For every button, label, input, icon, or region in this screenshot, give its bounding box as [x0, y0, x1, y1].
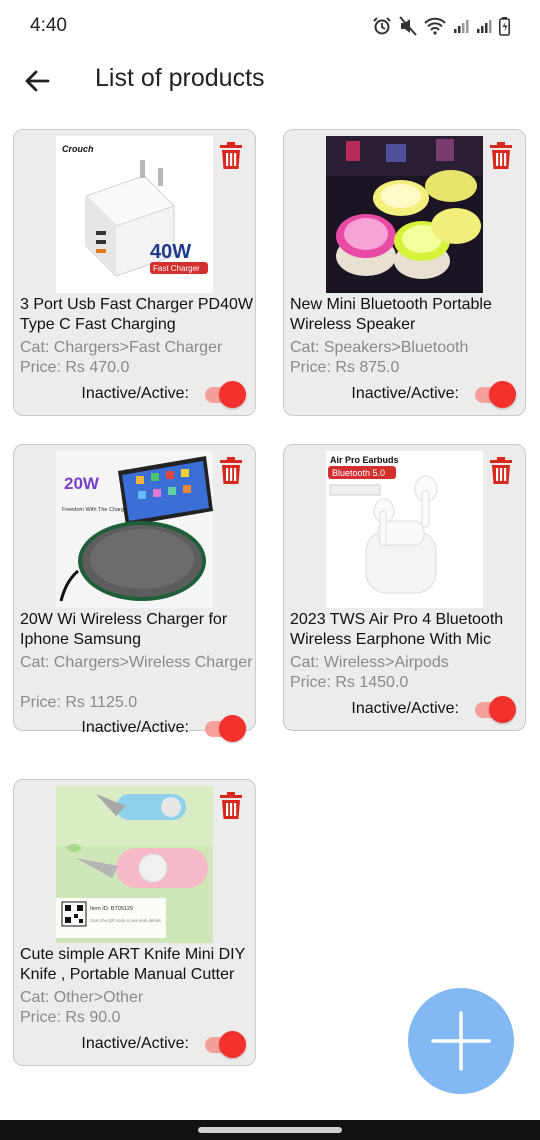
active-switch[interactable] — [205, 380, 246, 408]
product-name: Cute simple ART Knife Mini DIY Knife , P… — [20, 946, 245, 983]
plus-icon — [431, 1011, 491, 1071]
product-price: Price: Rs 470.0 — [20, 359, 130, 376]
app-bar: List of products — [0, 52, 540, 110]
status-toggle-row: Inactive/Active: — [81, 714, 246, 742]
product-price: Price: Rs 875.0 — [290, 359, 400, 376]
delete-button[interactable] — [219, 457, 243, 485]
status-bar: 4:40 — [0, 0, 540, 52]
toggle-label: Inactive/Active: — [351, 385, 459, 402]
page-title: List of products — [95, 64, 265, 92]
thumb-tagline: Freedom With The Charge — [62, 507, 127, 513]
arrow-left-icon — [25, 70, 50, 92]
thumb-watt: 20W — [64, 474, 100, 493]
toggle-label: Inactive/Active: — [81, 719, 189, 736]
product-price: Price: Rs 1450.0 — [290, 674, 409, 691]
product-name: 3 Port Usb Fast Charger PD40W Type C Fas… — [20, 296, 253, 333]
status-toggle-row: Inactive/Active: — [351, 380, 516, 408]
toggle-label: Inactive/Active: — [81, 1035, 189, 1052]
product-card[interactable]: New Mini Bluetooth Portable Wireless Spe… — [283, 129, 526, 416]
toggle-label: Inactive/Active: — [351, 700, 459, 717]
product-image: Crouch 40W Fast Charger — [56, 136, 213, 293]
trash-icon — [220, 142, 242, 169]
active-switch[interactable] — [475, 695, 516, 723]
toggle-label: Inactive/Active: — [81, 385, 189, 402]
delete-button[interactable] — [219, 792, 243, 820]
product-name: 2023 TWS Air Pro 4 Bluetooth Wireless Ea… — [290, 611, 504, 648]
product-category: Cat: Chargers>Wireless Charger — [20, 654, 253, 671]
status-time: 4:40 — [30, 15, 67, 36]
trash-icon — [490, 457, 512, 484]
delete-button[interactable] — [489, 457, 513, 485]
thumb-brand: Crouch — [62, 144, 94, 154]
product-category: Cat: Speakers>Bluetooth — [290, 339, 469, 356]
product-card[interactable]: 20W Freedom With The Charge 20W Wi Wirel… — [13, 444, 256, 742]
active-switch[interactable] — [475, 380, 516, 408]
active-switch[interactable] — [205, 1030, 246, 1058]
status-toggle-row: Inactive/Active: — [81, 1030, 246, 1058]
thumb-badge: Fast Charger — [153, 264, 200, 273]
product-card[interactable]: Air Pro Earbuds Bluetooth 5.0 2023 TWS A… — [283, 444, 526, 731]
delete-button[interactable] — [219, 142, 243, 170]
status-toggle-row: Inactive/Active: — [351, 695, 516, 723]
battery-icon — [499, 16, 510, 36]
product-name: 20W Wi Wireless Charger for Iphone Samsu… — [20, 611, 228, 648]
product-image: Item ID: BT05129 Scan the QR code to see… — [56, 786, 213, 943]
system-nav-bar — [0, 1120, 540, 1140]
signal-icon — [454, 20, 469, 33]
back-button[interactable] — [22, 66, 52, 96]
active-switch[interactable] — [205, 714, 246, 742]
status-icons — [372, 16, 510, 36]
product-image — [326, 136, 483, 293]
status-toggle-row: Inactive/Active: — [81, 380, 246, 408]
thumb-watt: 40W — [150, 241, 191, 263]
mute-icon — [399, 16, 417, 36]
add-product-button[interactable] — [408, 988, 514, 1094]
thumb-badge: Bluetooth 5.0 — [332, 468, 385, 478]
product-card[interactable]: Item ID: BT05129 Scan the QR code to see… — [13, 779, 256, 1066]
product-name: New Mini Bluetooth Portable Wireless Spe… — [290, 296, 492, 333]
thumb-item-id: Item ID: BT05129 — [90, 906, 133, 912]
product-price: Price: Rs 90.0 — [20, 1009, 121, 1026]
product-image: 20W Freedom With The Charge — [56, 451, 213, 608]
wifi-icon — [424, 17, 446, 35]
product-image: Air Pro Earbuds Bluetooth 5.0 — [326, 451, 483, 608]
thumb-heading: Air Pro Earbuds — [330, 455, 399, 465]
delete-button[interactable] — [489, 142, 513, 170]
alarm-icon — [373, 17, 391, 35]
signal-icon-2 — [477, 20, 492, 33]
trash-icon — [220, 792, 242, 819]
product-price: Price: Rs 1125.0 — [20, 694, 138, 711]
product-category: Cat: Other>Other — [20, 989, 144, 1006]
product-category: Cat: Wireless>Airpods — [290, 654, 449, 671]
trash-icon — [220, 457, 242, 484]
product-card[interactable]: Crouch 40W Fast Charger 3 Port Usb Fast … — [13, 129, 256, 416]
home-gesture-handle[interactable] — [198, 1127, 342, 1133]
product-category: Cat: Chargers>Fast Charger — [20, 339, 223, 356]
thumb-scan: Scan the QR code to see item details — [90, 918, 161, 923]
trash-icon — [490, 142, 512, 169]
